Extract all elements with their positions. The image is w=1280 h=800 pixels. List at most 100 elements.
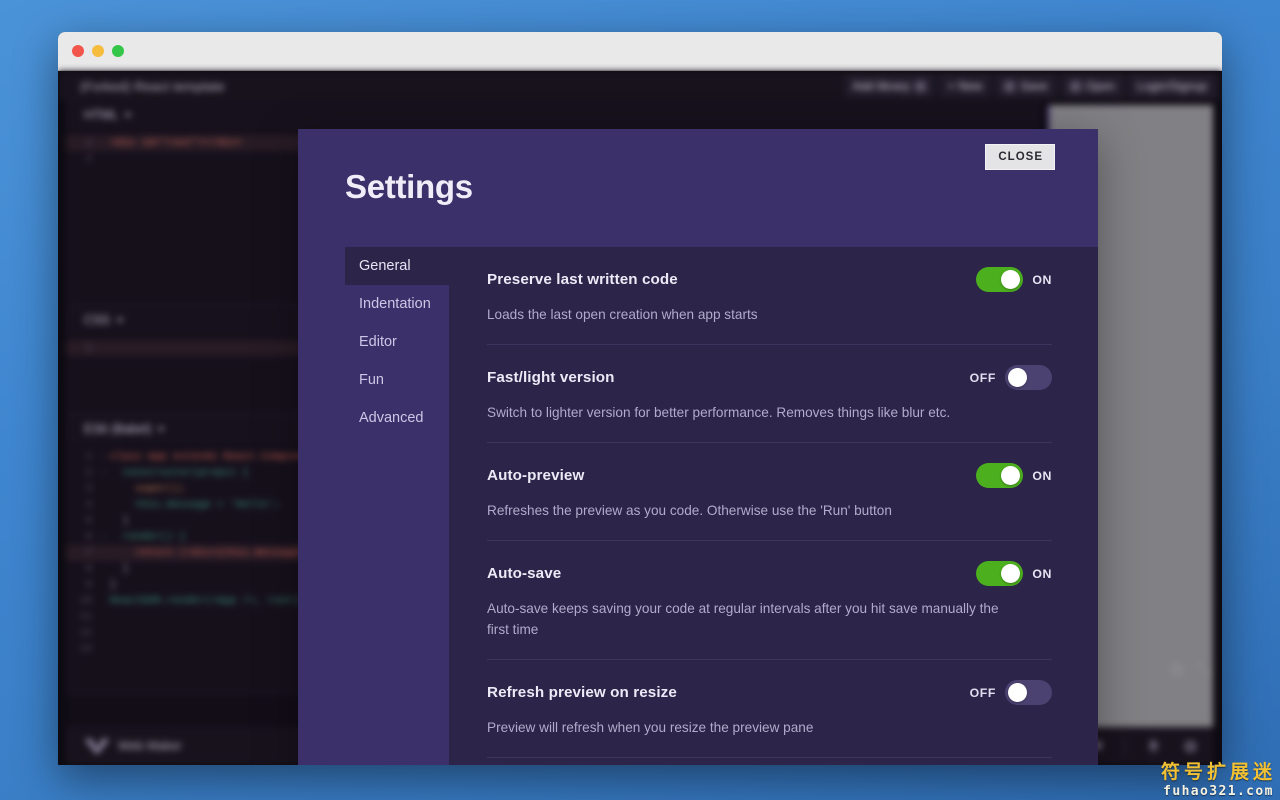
setting-row: Refresh preview on resize OFF Preview wi… <box>487 659 1052 757</box>
add-library-button[interactable]: Add library <box>844 74 935 98</box>
login-signup-button[interactable]: Login/Signup <box>1128 74 1216 98</box>
divider <box>1124 737 1125 755</box>
tab-general[interactable]: General <box>345 247 449 285</box>
line-number: 6 <box>66 529 100 545</box>
chevron-down-icon[interactable] <box>116 318 124 323</box>
toolbar-actions: Add library + New Save Open <box>844 74 1217 98</box>
close-button[interactable]: CLOSE <box>985 144 1055 170</box>
window-close-button[interactable] <box>72 45 84 57</box>
watermark-english: fuhao321.com <box>1161 785 1276 798</box>
setting-label: Refresh preview on resize <box>487 684 677 701</box>
tab-advanced[interactable]: Advanced <box>345 399 449 437</box>
setting-description: Auto-save keeps saving your code at regu… <box>487 598 1002 640</box>
tab-indentation[interactable]: Indentation <box>345 285 449 323</box>
html-pane-header[interactable]: HTML <box>66 101 1041 129</box>
setting-row: Preserve last written code ON Loads the … <box>487 247 1052 344</box>
line-number: 1 <box>66 340 100 356</box>
setting-label: Auto-save <box>487 565 561 582</box>
desktop-background: (Forked) React template Add library + Ne… <box>0 0 1280 800</box>
toggle-track <box>976 267 1023 292</box>
code-line: } <box>110 577 116 593</box>
toggle-knob <box>1008 683 1027 702</box>
code-line: } <box>110 513 129 529</box>
setting-description: Switch to lighter version for better per… <box>487 402 1002 423</box>
code-line: <div id="root"></div> <box>110 135 242 151</box>
settings-tab-strip: General Indentation Editor Fun Advanced <box>345 247 449 765</box>
save-button[interactable]: Save <box>995 74 1056 98</box>
code-line: ReactDOM.render(<App />, root); <box>110 593 305 609</box>
toggle-auto-save[interactable]: ON <box>976 561 1052 586</box>
setting-description: Preview will refresh when you resize the… <box>487 717 1002 738</box>
login-signup-label: Login/Signup <box>1137 79 1207 93</box>
new-button[interactable]: + New <box>939 74 991 98</box>
app-toolbar: (Forked) React template Add library + Ne… <box>58 71 1222 101</box>
line-number: 5 <box>66 513 100 529</box>
toggle-preserve-last-written-code[interactable]: ON <box>976 267 1052 292</box>
settings-modal: CLOSE Settings General Indentation Edito… <box>298 129 1098 765</box>
line-number: 8 <box>66 561 100 577</box>
library-icon <box>915 81 926 92</box>
save-icon <box>1004 81 1015 92</box>
line-number: 12 <box>66 625 100 641</box>
setting-header: Preserve last written code ON <box>487 267 1052 292</box>
setting-row: Fast/light version OFF Switch to lighter… <box>487 344 1052 442</box>
line-number: 4 <box>66 497 100 513</box>
line-number: 10 <box>66 593 100 609</box>
line-number: 3 <box>66 481 100 497</box>
setting-row: Auto-save ON Auto-save keeps saving your… <box>487 540 1052 659</box>
code-line: this.message = 'Hello'; <box>110 497 280 513</box>
toggle-state-label: ON <box>1032 469 1052 483</box>
creation-title[interactable]: (Forked) React template <box>80 79 225 94</box>
line-number: 2 <box>66 151 100 167</box>
toggle-fast-light-version[interactable]: OFF <box>970 365 1052 390</box>
line-number: 1 <box>66 135 100 151</box>
add-library-label: Add library <box>853 79 910 93</box>
code-line: constructor(props) { <box>110 465 249 481</box>
line-number: 2 <box>66 465 100 481</box>
toggle-auto-preview[interactable]: ON <box>976 463 1052 488</box>
line-number: 9 <box>66 577 100 593</box>
setting-header: Auto-preview ON <box>487 463 1052 488</box>
toggle-track <box>1005 680 1052 705</box>
page-title: Settings <box>345 168 473 206</box>
toggle-knob <box>1001 466 1020 485</box>
chevron-down-icon[interactable] <box>157 427 165 432</box>
tab-editor[interactable]: Editor <box>345 323 449 361</box>
clock-icon[interactable] <box>1170 663 1183 676</box>
toggle-state-label: ON <box>1032 273 1052 287</box>
code-line: render() { <box>110 529 186 545</box>
open-button[interactable]: Open <box>1061 74 1124 98</box>
setting-label: Fast/light version <box>487 369 615 386</box>
css-pane-title: CSS <box>84 313 110 327</box>
brand: Web Maker <box>84 739 182 754</box>
html-pane-title: HTML <box>84 108 118 122</box>
setting-row: Auto-preview ON Refreshes the preview as… <box>487 442 1052 540</box>
line-number: 11 <box>66 609 100 625</box>
toggle-refresh-preview-on-resize[interactable]: OFF <box>970 680 1052 705</box>
line-number: 13 <box>66 641 100 657</box>
toggle-track <box>1005 365 1052 390</box>
setting-label: Preserve last written code <box>487 271 678 288</box>
open-label: Open <box>1086 79 1115 93</box>
line-number: 7 <box>66 545 100 561</box>
js-pane-title: ES6 (Babel) <box>84 422 151 436</box>
expand-icon[interactable] <box>1197 663 1210 676</box>
folder-icon <box>1070 81 1081 92</box>
settings-list[interactable]: Preserve last written code ON Loads the … <box>449 247 1098 765</box>
setting-description: Refreshes the preview as you code. Other… <box>487 500 1002 521</box>
window-maximize-button[interactable] <box>112 45 124 57</box>
browser-window: (Forked) React template Add library + Ne… <box>58 32 1222 765</box>
setting-label: Auto-preview <box>487 467 584 484</box>
brand-label: Web Maker <box>118 739 182 753</box>
preview-controls <box>1170 663 1210 676</box>
notifications-icon[interactable] <box>1145 738 1162 755</box>
setting-header: Refresh preview on resize OFF <box>487 680 1052 705</box>
setting-description: Loads the last open creation when app st… <box>487 304 1002 325</box>
settings-gear-icon[interactable] <box>1182 738 1199 755</box>
watermark: 符号扩展迷 fuhao321.com <box>1161 763 1276 798</box>
new-label: + New <box>948 79 982 93</box>
line-number: 1 <box>66 449 100 465</box>
chevron-down-icon[interactable] <box>124 113 132 118</box>
window-minimize-button[interactable] <box>92 45 104 57</box>
tab-fun[interactable]: Fun <box>345 361 449 399</box>
